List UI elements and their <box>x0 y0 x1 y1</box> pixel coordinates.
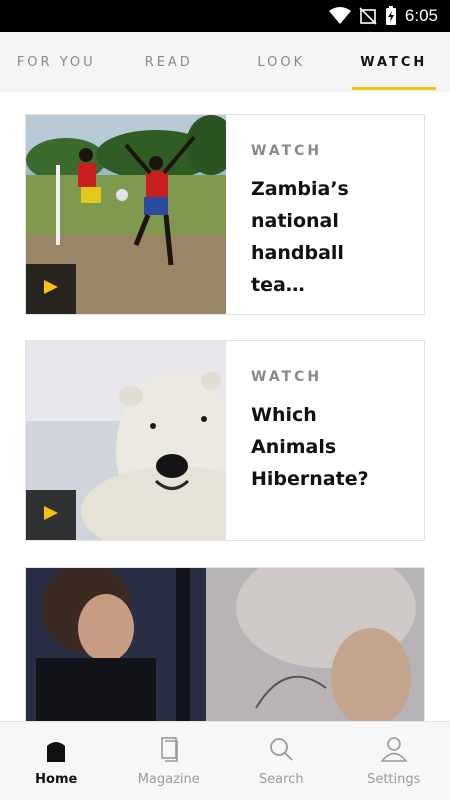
person-icon <box>380 736 408 766</box>
play-icon <box>43 279 59 299</box>
tab-for-you[interactable]: FOR YOU <box>0 32 113 92</box>
search-icon <box>268 736 294 766</box>
tab-read[interactable]: READ <box>113 32 226 92</box>
card-title-line: national <box>251 210 339 232</box>
video-thumbnail[interactable] <box>26 568 424 721</box>
video-card[interactable]: WATCH Zambia’s national handball tea… <box>25 114 425 315</box>
magazine-icon <box>156 736 182 766</box>
video-thumbnail[interactable] <box>26 115 226 314</box>
battery-charging-icon <box>385 6 397 26</box>
nav-search[interactable]: Search <box>225 722 338 800</box>
video-card[interactable] <box>25 567 425 721</box>
nav-home[interactable]: Home <box>0 722 113 800</box>
section-tabs: FOR YOU READ LOOK WATCH <box>0 32 450 92</box>
play-icon <box>43 505 59 525</box>
nav-magazine[interactable]: Magazine <box>113 722 226 800</box>
home-icon <box>43 736 69 766</box>
play-button[interactable] <box>26 264 76 314</box>
video-card[interactable]: WATCH Which Animals Hibernate? <box>25 340 425 541</box>
card-kicker: WATCH <box>251 369 323 385</box>
card-title[interactable]: Zambia’s national handball tea… <box>251 173 400 301</box>
nav-label: Home <box>35 771 78 787</box>
nav-settings[interactable]: Settings <box>338 722 450 800</box>
card-text: WATCH Zambia’s national handball tea… <box>226 115 424 314</box>
card-title-line: handball tea… <box>251 242 344 296</box>
wifi-icon <box>328 7 351 25</box>
no-signal-icon <box>359 7 377 25</box>
video-feed[interactable]: WATCH Zambia’s national handball tea… WA… <box>0 92 450 721</box>
nav-label: Search <box>258 771 304 787</box>
bottom-navigation: Home Magazine Search Settings <box>0 721 450 800</box>
nav-label: Settings <box>367 771 421 787</box>
tab-watch[interactable]: WATCH <box>338 32 450 92</box>
video-thumbnail[interactable] <box>26 341 226 540</box>
nav-label: Magazine <box>137 771 200 787</box>
card-text: WATCH Which Animals Hibernate? <box>226 341 424 540</box>
card-title-line: Hibernate? <box>251 468 369 490</box>
status-bar: 6:05 <box>0 0 450 32</box>
card-kicker: WATCH <box>251 143 323 159</box>
tab-look[interactable]: LOOK <box>225 32 338 92</box>
play-button[interactable] <box>26 490 76 540</box>
card-title[interactable]: Which Animals Hibernate? <box>251 399 400 495</box>
card-title-line: Which Animals <box>251 404 337 458</box>
card-title-line: Zambia’s <box>251 178 349 200</box>
status-time: 6:05 <box>404 6 438 25</box>
